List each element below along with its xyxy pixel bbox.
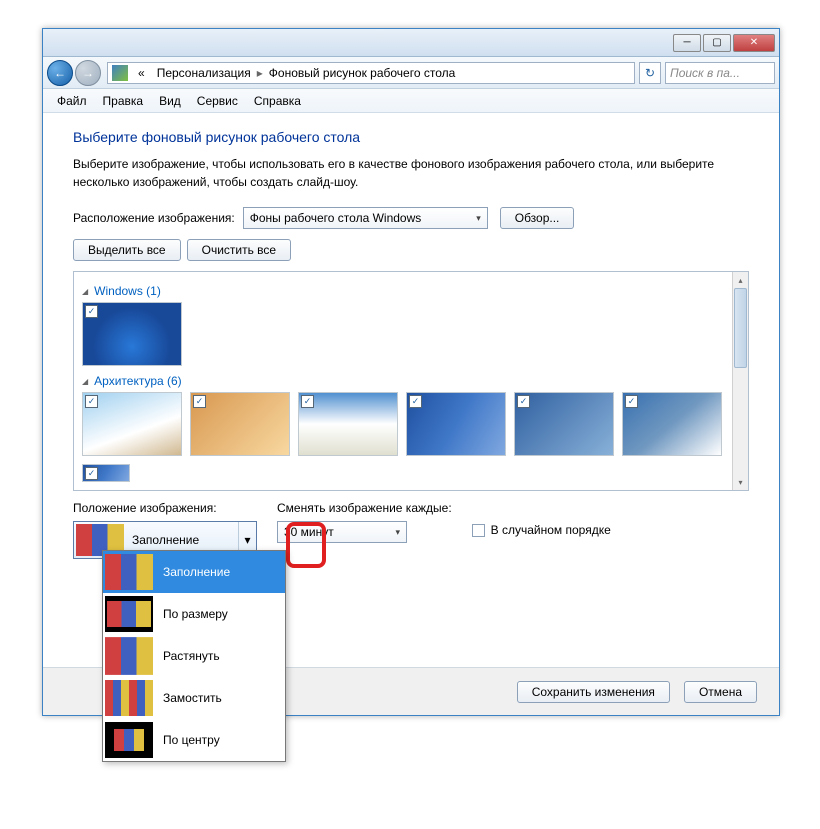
group-windows[interactable]: Windows (1) <box>82 284 740 298</box>
refresh-button[interactable]: ↻ <box>639 62 661 84</box>
checkbox[interactable]: ✓ <box>517 395 530 408</box>
location-combo[interactable]: Фоны рабочего стола Windows <box>243 207 488 229</box>
browse-button[interactable]: Обзор... <box>500 207 575 229</box>
chevron-down-icon: ▾ <box>244 533 250 547</box>
interval-label: Сменять изображение каждые: <box>277 501 452 515</box>
menu-bar: Файл Правка Вид Сервис Справка <box>43 89 779 113</box>
titlebar: ─ ▢ ✕ <box>43 29 779 57</box>
tile-icon <box>105 680 153 716</box>
location-icon <box>112 65 128 81</box>
save-button[interactable]: Сохранить изменения <box>517 681 670 703</box>
menu-edit[interactable]: Правка <box>95 94 152 108</box>
thumb-arch[interactable]: ✓ <box>82 464 130 482</box>
search-placeholder: Поиск в па... <box>670 66 740 80</box>
stretch-icon <box>105 637 153 675</box>
shuffle-checkbox[interactable] <box>472 524 485 537</box>
cancel-button[interactable]: Отмена <box>684 681 757 703</box>
breadcrumb-prefix: « <box>132 66 151 80</box>
location-label: Расположение изображения: <box>73 211 235 225</box>
fit-icon <box>105 596 153 632</box>
select-all-label: Выделить все <box>88 243 166 257</box>
scroll-down[interactable]: ▾ <box>733 474 748 490</box>
thumb-arch[interactable]: ✓ <box>298 392 398 456</box>
dd-label: Растянуть <box>163 649 220 663</box>
back-button[interactable]: ← <box>47 60 73 86</box>
checkbox[interactable]: ✓ <box>301 395 314 408</box>
checkbox[interactable]: ✓ <box>85 467 98 480</box>
dropdown-item-tile[interactable]: Замостить <box>103 677 285 719</box>
thumbnail-panel: Windows (1) ✓ Архитектура (6) ✓ ✓ ✓ ✓ ✓ … <box>73 271 749 491</box>
thumb-arch[interactable]: ✓ <box>190 392 290 456</box>
shuffle-option[interactable]: В случайном порядке <box>472 523 611 537</box>
search-input[interactable]: Поиск в па... <box>665 62 775 84</box>
dd-label: Заполнение <box>163 565 230 579</box>
scroll-up[interactable]: ▴ <box>733 272 748 288</box>
maximize-button[interactable]: ▢ <box>703 34 731 52</box>
nav-bar: ← → « Персонализация ▸ Фоновый рисунок р… <box>43 57 779 89</box>
dropdown-item-fill[interactable]: Заполнение <box>103 551 285 593</box>
clear-all-label: Очистить все <box>202 243 276 257</box>
menu-view[interactable]: Вид <box>151 94 189 108</box>
menu-file[interactable]: Файл <box>49 94 95 108</box>
clear-all-button[interactable]: Очистить все <box>187 239 291 261</box>
breadcrumb[interactable]: « Персонализация ▸ Фоновый рисунок рабоч… <box>107 62 635 84</box>
thumb-windows[interactable]: ✓ <box>82 302 182 366</box>
position-dropdown: Заполнение По размеру Растянуть Замостит… <box>102 550 286 762</box>
select-all-button[interactable]: Выделить все <box>73 239 181 261</box>
thumb-arch[interactable]: ✓ <box>514 392 614 456</box>
checkbox[interactable]: ✓ <box>193 395 206 408</box>
thumb-arch[interactable]: ✓ <box>406 392 506 456</box>
interval-value: 30 минут <box>284 525 334 539</box>
arrow-right-icon: → <box>82 66 94 80</box>
scroll-thumb[interactable] <box>734 288 747 368</box>
dropdown-item-center[interactable]: По центру <box>103 719 285 761</box>
forward-button[interactable]: → <box>75 60 101 86</box>
dropdown-item-stretch[interactable]: Растянуть <box>103 635 285 677</box>
fill-icon <box>105 554 153 590</box>
save-label: Сохранить изменения <box>532 685 655 699</box>
close-button[interactable]: ✕ <box>733 34 775 52</box>
location-value: Фоны рабочего стола Windows <box>250 211 422 225</box>
position-label: Положение изображения: <box>73 501 257 515</box>
dd-label: По размеру <box>163 607 228 621</box>
browse-label: Обзор... <box>515 211 560 225</box>
breadcrumb-seg1[interactable]: Персонализация <box>151 66 257 80</box>
content-area: Выберите фоновый рисунок рабочего стола … <box>43 113 779 575</box>
minimize-button[interactable]: ─ <box>673 34 701 52</box>
checkbox[interactable]: ✓ <box>85 305 98 318</box>
page-description: Выберите изображение, чтобы использовать… <box>73 155 749 191</box>
arrow-left-icon: ← <box>54 66 66 80</box>
dd-label: По центру <box>163 733 220 747</box>
shuffle-label: В случайном порядке <box>491 523 611 537</box>
position-value: Заполнение <box>132 533 199 547</box>
interval-combo[interactable]: 30 минут <box>277 521 407 543</box>
menu-service[interactable]: Сервис <box>189 94 246 108</box>
dropdown-item-fit[interactable]: По размеру <box>103 593 285 635</box>
checkbox[interactable]: ✓ <box>85 395 98 408</box>
group-architecture[interactable]: Архитектура (6) <box>82 374 740 388</box>
center-icon <box>105 722 153 758</box>
menu-help[interactable]: Справка <box>246 94 309 108</box>
dd-label: Замостить <box>163 691 222 705</box>
cancel-label: Отмена <box>699 685 742 699</box>
checkbox[interactable]: ✓ <box>409 395 422 408</box>
thumb-arch[interactable]: ✓ <box>82 392 182 456</box>
page-title: Выберите фоновый рисунок рабочего стола <box>73 129 749 145</box>
breadcrumb-seg2[interactable]: Фоновый рисунок рабочего стола <box>263 66 462 80</box>
checkbox[interactable]: ✓ <box>625 395 638 408</box>
thumb-arch[interactable]: ✓ <box>622 392 722 456</box>
refresh-icon: ↻ <box>645 66 655 80</box>
scrollbar[interactable]: ▴ ▾ <box>732 272 748 490</box>
